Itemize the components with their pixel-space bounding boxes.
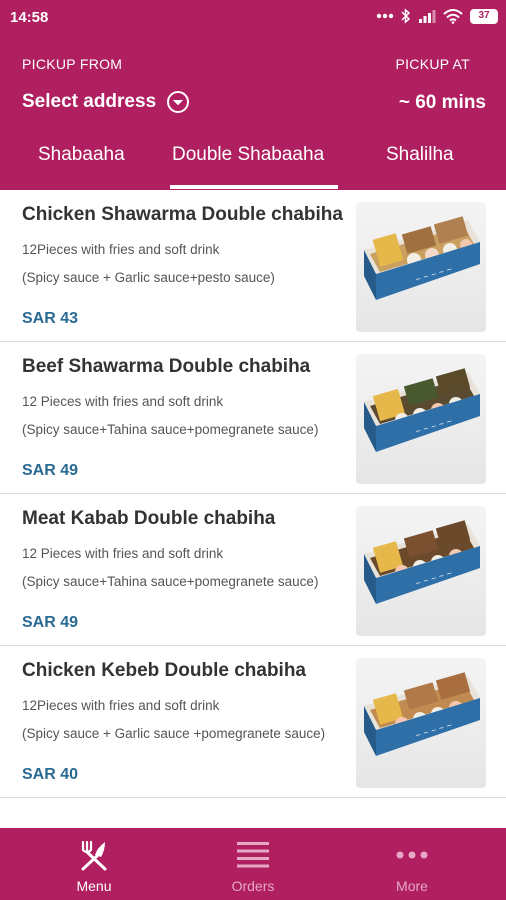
menu-item-list: Chicken Shawarma Double chabiha 12Pieces… <box>0 190 506 828</box>
nav-menu[interactable]: Menu <box>10 828 178 900</box>
menu-item-title: Meat Kabab Double chabiha <box>22 508 276 529</box>
more-notifications-icon <box>376 13 394 19</box>
pickup-from-label: PICKUP FROM <box>22 56 123 72</box>
category-tabs: Shabaaha Double Shabaaha Shalilha <box>0 136 506 190</box>
tab-shalilha[interactable]: Shalilha <box>386 144 454 166</box>
menu-item-title: Chicken Kebeb Double chabiha <box>22 660 306 681</box>
menu-item-image: ~ ~ ~ ~ ~ <box>356 354 486 484</box>
menu-item-image: ~ ~ ~ ~ ~ <box>356 506 486 636</box>
menu-item-sauces: (Spicy sauce + Garlic sauce +pomegranete… <box>22 726 326 741</box>
bottom-navigation: Menu Orders More <box>0 828 506 900</box>
menu-item-price: SAR 40 <box>22 766 79 783</box>
menu-item-title: Beef Shawarma Double chabiha <box>22 356 311 377</box>
chevron-down-circle-icon <box>167 91 190 113</box>
menu-item-description: 12Pieces with fries and soft drink <box>22 698 220 713</box>
select-address-button[interactable]: Select address <box>22 90 190 114</box>
battery-icon: 37 <box>470 8 498 24</box>
wifi-icon <box>443 8 463 24</box>
select-address-label: Select address <box>22 91 157 112</box>
tab-shabaaha[interactable]: Shabaaha <box>38 144 125 166</box>
nav-menu-label: Menu <box>76 878 112 894</box>
menu-item-description: 12Pieces with fries and soft drink <box>22 242 220 257</box>
menu-item-description: 12 Pieces with fries and soft drink <box>22 394 224 409</box>
menu-item-card[interactable]: Chicken Shawarma Double chabiha 12Pieces… <box>0 190 506 342</box>
pickup-at-label: PICKUP AT <box>395 56 470 72</box>
active-tab-indicator <box>170 185 338 189</box>
menu-item-price: SAR 49 <box>22 614 79 631</box>
nav-orders-label: Orders <box>231 878 275 894</box>
menu-item-card[interactable]: Beef Shawarma Double chabiha 12 Pieces w… <box>0 342 506 494</box>
menu-item-price: SAR 43 <box>22 310 79 327</box>
more-dots-icon <box>395 838 429 872</box>
status-icons: 37 <box>376 8 498 24</box>
menu-item-sauces: (Spicy sauce+Tahina sauce+pomegranete sa… <box>22 422 319 437</box>
menu-item-title: Chicken Shawarma Double chabiha <box>22 204 343 225</box>
nav-orders[interactable]: Orders <box>169 828 337 900</box>
menu-item-sauces: (Spicy sauce + Garlic sauce+pesto sauce) <box>22 270 275 285</box>
status-time: 14:58 <box>10 9 49 26</box>
nav-more[interactable]: More <box>328 828 496 900</box>
menu-item-price: SAR 49 <box>22 462 79 479</box>
status-bar: 14:58 37 <box>0 0 506 36</box>
menu-item-image: ~ ~ ~ ~ ~ <box>356 658 486 788</box>
menu-item-description: 12 Pieces with fries and soft drink <box>22 546 224 561</box>
nav-more-label: More <box>396 878 428 894</box>
bluetooth-icon <box>401 8 411 24</box>
signal-icon <box>419 10 436 23</box>
menu-item-card[interactable]: Meat Kabab Double chabiha 12 Pieces with… <box>0 494 506 646</box>
app-header: 14:58 37 PICKUP FROM PICKUP AT Select ad… <box>0 0 506 190</box>
tab-double-shabaaha[interactable]: Double Shabaaha <box>172 144 324 166</box>
list-icon <box>236 838 270 872</box>
menu-item-card[interactable]: Chicken Kebeb Double chabiha 12Pieces wi… <box>0 646 506 798</box>
menu-item-image: ~ ~ ~ ~ ~ <box>356 202 486 332</box>
menu-item-sauces: (Spicy sauce+Tahina sauce+pomegranete sa… <box>22 574 319 589</box>
pickup-time: ~ 60 mins <box>398 92 486 113</box>
fork-knife-icon <box>77 838 111 872</box>
